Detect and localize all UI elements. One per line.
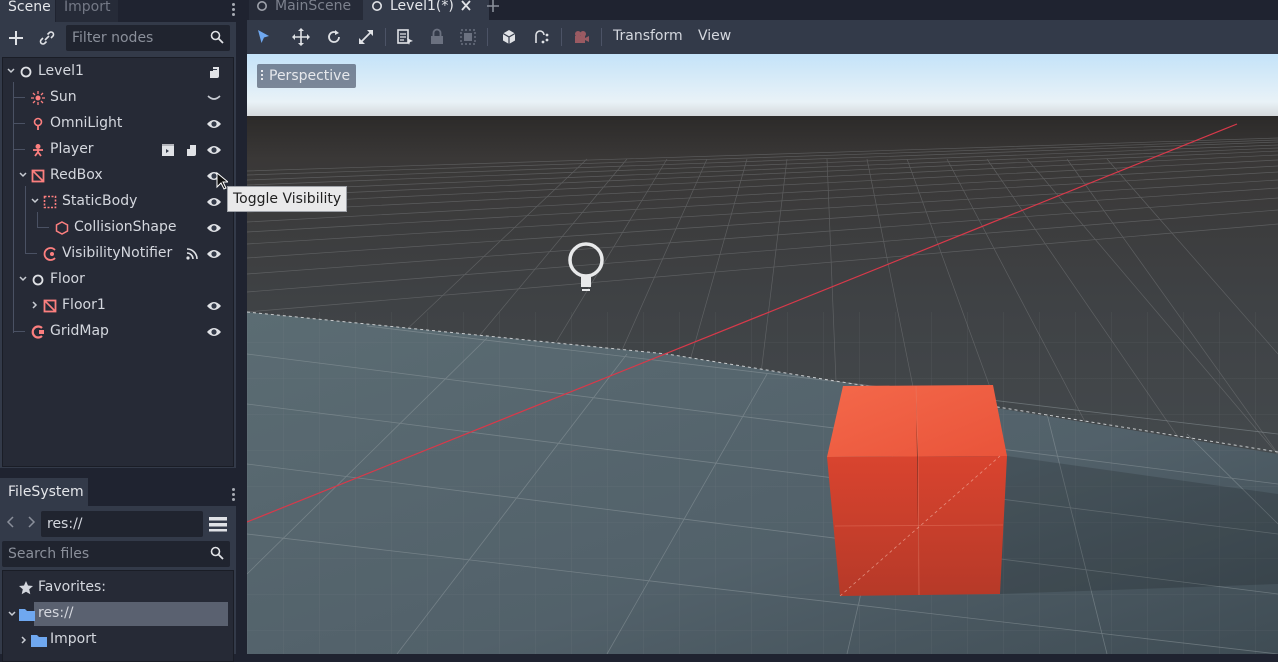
instance-scene-icon[interactable]: [39, 30, 55, 46]
tab-level1[interactable]: Level1(*): [363, 0, 489, 20]
tooltip: Toggle Visibility: [227, 186, 348, 212]
tree-item-sun[interactable]: Sun: [4, 86, 232, 110]
collapse-arrow-icon[interactable]: [7, 609, 17, 619]
tree-item-player[interactable]: Player: [4, 138, 232, 162]
drag-handle-icon: [261, 70, 263, 82]
folder-icon: [19, 609, 35, 621]
camera-override-icon[interactable]: [571, 27, 591, 47]
gridmap-icon: [31, 325, 44, 339]
node3d-icon: [32, 274, 44, 286]
expand-arrow-icon[interactable]: [30, 300, 40, 310]
script-icon[interactable]: [208, 65, 222, 79]
tree-item-staticbody[interactable]: StaticBody: [4, 190, 232, 214]
search-icon: [210, 30, 224, 44]
tree-item-floor[interactable]: Floor: [4, 268, 232, 292]
signal-icon[interactable]: [185, 247, 199, 261]
lock-icon[interactable]: [427, 27, 447, 47]
visibility-icon[interactable]: [206, 143, 222, 157]
tree-item-collisionshape[interactable]: CollisionShape: [4, 216, 232, 240]
mesh-instance-icon: [43, 299, 57, 313]
script-icon[interactable]: [185, 143, 199, 157]
expand-arrow-icon[interactable]: [19, 635, 29, 645]
filter-nodes-input[interactable]: Filter nodes: [66, 25, 230, 51]
star-icon: [19, 581, 33, 595]
local-space-icon[interactable]: [499, 27, 519, 47]
redbox-mesh: [827, 385, 1007, 597]
folder-icon: [31, 635, 47, 647]
search-files-input[interactable]: Search files: [2, 541, 230, 567]
select-tool-icon[interactable]: [253, 27, 273, 47]
left-dock: Scene Import Filter nodes Level1 Sun Omn…: [0, 0, 238, 662]
tree-item-omnilight[interactable]: OmniLight: [4, 112, 232, 136]
move-tool-icon[interactable]: [291, 27, 311, 47]
scale-tool-icon[interactable]: [356, 27, 376, 47]
visibility-icon[interactable]: [206, 117, 222, 131]
static-body-icon: [43, 195, 57, 209]
tab-mainscene[interactable]: MainScene: [249, 0, 367, 20]
list-view-icon[interactable]: [209, 516, 227, 532]
tab-import[interactable]: Import: [56, 0, 118, 22]
group-icon[interactable]: [458, 27, 478, 47]
tree-item-floor1[interactable]: Floor1: [4, 294, 232, 318]
collapse-arrow-icon[interactable]: [18, 274, 28, 284]
tree-item-visibilitynotifier[interactable]: VisibilityNotifier: [4, 242, 232, 266]
list-select-icon[interactable]: [395, 27, 415, 47]
visibility-icon[interactable]: [206, 221, 222, 235]
path-field[interactable]: res://: [41, 511, 203, 537]
file-item-import[interactable]: Import: [50, 631, 96, 647]
forward-icon[interactable]: [26, 516, 36, 528]
tab-scene[interactable]: Scene: [0, 0, 55, 22]
mesh-instance-icon: [31, 169, 45, 183]
view-menu[interactable]: View: [698, 28, 731, 44]
back-icon[interactable]: [6, 516, 16, 528]
tree-item-level1[interactable]: Level1: [4, 60, 232, 84]
favorites-label: Favorites:: [38, 579, 106, 595]
viewport-toolbar: Transform View: [247, 20, 1278, 54]
viewport-3d[interactable]: Perspective: [247, 54, 1278, 654]
visibility-icon[interactable]: [206, 195, 222, 209]
snap-icon[interactable]: [532, 27, 552, 47]
node3d-icon: [372, 1, 382, 11]
visibility-notifier-icon: [43, 247, 56, 261]
filesystem-dock-tabbar: FileSystem: [0, 478, 238, 506]
visibility-hidden-icon[interactable]: [206, 91, 222, 105]
collapse-arrow-icon[interactable]: [18, 170, 28, 180]
open-scene-icon[interactable]: [161, 143, 175, 157]
tree-item-gridmap[interactable]: GridMap: [4, 320, 232, 344]
visibility-icon[interactable]: [206, 299, 222, 313]
collapse-arrow-icon[interactable]: [6, 66, 16, 76]
dock-splitter[interactable]: [236, 0, 247, 654]
node3d-icon: [20, 66, 32, 78]
omni-light-icon: [33, 117, 43, 130]
kinematic-body-icon: [33, 144, 43, 157]
directional-light-icon: [31, 91, 45, 105]
file-item-res[interactable]: res://: [38, 605, 74, 621]
add-node-icon[interactable]: [8, 30, 24, 46]
viewport-scene: [247, 54, 1278, 654]
node3d-icon: [257, 1, 267, 11]
visibility-icon[interactable]: [206, 325, 222, 339]
collapse-arrow-icon[interactable]: [30, 196, 40, 206]
filesystem-panel: res:// Search files Favorites: res:// Im…: [0, 506, 236, 662]
new-tab-icon[interactable]: [486, 0, 500, 13]
close-icon[interactable]: [460, 0, 472, 12]
rotate-tool-icon[interactable]: [324, 27, 344, 47]
transform-menu[interactable]: Transform: [613, 28, 683, 44]
search-icon: [210, 546, 224, 560]
tree-item-redbox[interactable]: RedBox: [4, 164, 232, 188]
collision-shape-icon: [55, 221, 69, 235]
perspective-menu[interactable]: Perspective: [257, 64, 357, 88]
visibility-icon[interactable]: [206, 247, 222, 261]
tab-filesystem[interactable]: FileSystem: [0, 478, 88, 506]
scene-dock-tabbar: Scene Import: [0, 0, 238, 22]
scene-tabbar: MainScene Level1(*): [247, 0, 1278, 20]
